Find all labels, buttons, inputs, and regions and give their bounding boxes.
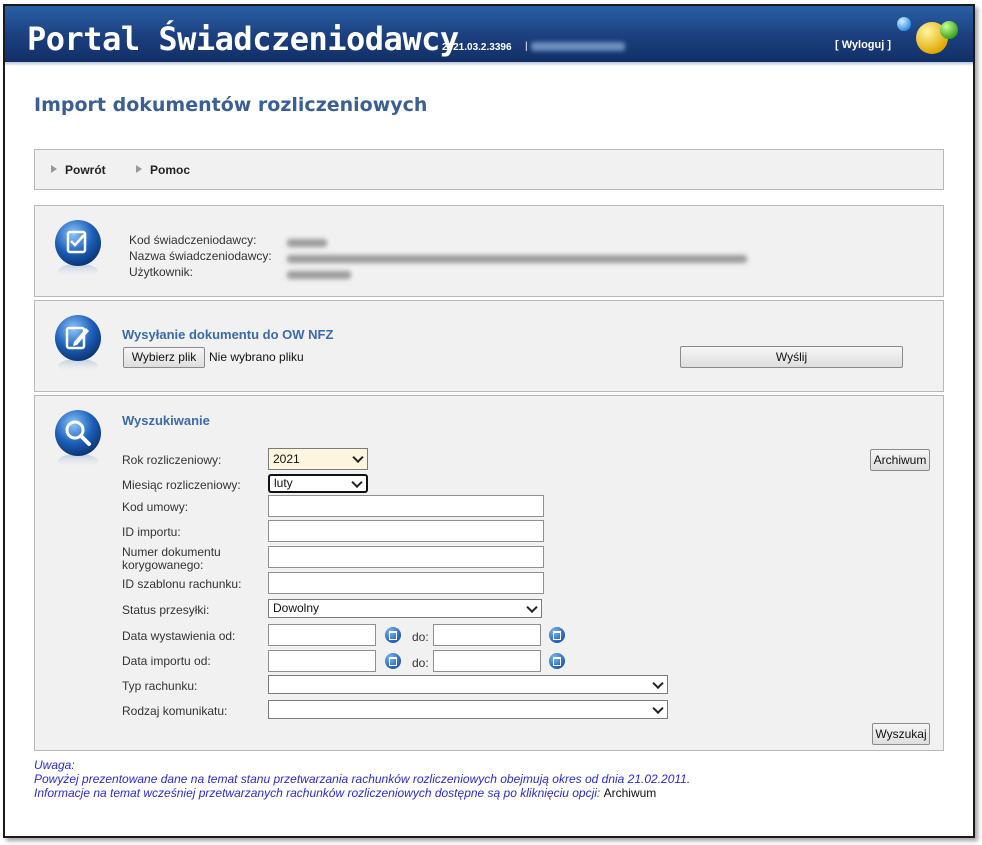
notes-archive-prefix: Informacje na temat wcześniej przetwarza… <box>34 786 601 800</box>
provider-name-value-redacted <box>287 255 747 263</box>
chevron-down-icon <box>526 601 538 613</box>
issue-date-from-input[interactable] <box>268 624 376 646</box>
notes-period-text: Powyżej prezentowane dane na temat stanu… <box>34 772 691 786</box>
month-select[interactable]: luty <box>268 474 368 493</box>
template-id-input[interactable] <box>268 572 544 594</box>
provider-info-labels: Kod świadczeniodawcy: Nazwa świadczeniod… <box>129 232 272 280</box>
status-select-value: Dowolny <box>273 601 320 615</box>
edit-document-icon <box>55 315 101 373</box>
notes-block: Uwaga: Powyżej prezentowane dane na tema… <box>34 758 690 800</box>
help-link[interactable]: Pomoc <box>136 163 190 177</box>
corrected-document-label-line2: korygowanego: <box>122 558 204 572</box>
portal-window: Portal Świadczeniodawcy 2021.03.2.3396 |… <box>3 4 975 838</box>
calendar-icon[interactable] <box>385 653 401 669</box>
provider-code-label: Kod świadczeniodawcy: <box>129 233 257 247</box>
month-label: Miesiąc rozliczeniowy: <box>122 478 241 492</box>
chevron-down-icon <box>352 451 364 464</box>
send-section-title: Wysyłanie dokumentu do OW NFZ <box>122 327 334 342</box>
calendar-icon[interactable] <box>549 627 565 643</box>
arrow-right-icon <box>51 165 57 173</box>
contract-code-label: Kod umowy: <box>122 500 189 514</box>
year-label: Rok rozliczeniowy: <box>122 453 222 467</box>
action-toolbar: Powrót Pomoc <box>34 149 944 190</box>
search-section-title: Wyszukiwanie <box>122 413 210 428</box>
version-label: 2021.03.2.3396 <box>442 42 512 53</box>
chevron-down-icon <box>351 476 363 488</box>
header-shadow <box>5 62 973 66</box>
bill-type-label: Typ rachunku: <box>122 679 198 693</box>
issue-date-to-label: do: <box>412 630 429 644</box>
issue-date-to-input[interactable] <box>433 624 541 646</box>
provider-info-panel: Kod świadczeniodawcy: Nazwa świadczeniod… <box>34 205 944 297</box>
message-type-label: Rodzaj komunikatu: <box>122 704 228 718</box>
corrected-document-input[interactable] <box>268 546 544 568</box>
template-id-label: ID szablonu rachunku: <box>122 577 242 591</box>
archive-link[interactable]: Archiwum <box>604 786 657 800</box>
checklist-icon <box>55 220 101 278</box>
decorative-balls-icon <box>897 17 958 54</box>
message-type-select[interactable] <box>268 700 668 719</box>
provider-code-value-redacted <box>287 239 327 247</box>
archive-button[interactable]: Archiwum <box>870 449 930 471</box>
user-value-redacted <box>287 271 351 279</box>
import-id-label: ID importu: <box>122 525 181 539</box>
provider-name-label: Nazwa świadczeniodawcy: <box>129 249 272 263</box>
portal-title: Portal Świadczeniodawcy <box>27 20 459 58</box>
corrected-document-label: Numer dokumentu korygowanego: <box>122 546 221 572</box>
bill-type-select[interactable] <box>268 675 668 694</box>
send-button[interactable]: Wyślij <box>680 346 903 368</box>
notes-archive-text: Informacje na temat wcześniej przetwarza… <box>34 786 690 800</box>
import-id-input[interactable] <box>268 520 544 542</box>
import-date-from-input[interactable] <box>268 650 376 672</box>
version-separator: | <box>525 41 528 52</box>
back-link-label: Powrót <box>65 163 106 177</box>
calendar-icon[interactable] <box>385 627 401 643</box>
magnifier-icon <box>55 410 101 468</box>
choose-file-button[interactable]: Wybierz plik <box>123 347 205 368</box>
import-date-from-label: Data importu od: <box>122 654 211 668</box>
page-title: Import dokumentów rozliczeniowych <box>34 94 428 116</box>
arrow-right-icon <box>136 165 142 173</box>
no-file-label: Nie wybrano pliku <box>209 350 304 364</box>
user-label: Użytkownik: <box>129 265 194 279</box>
contract-code-input[interactable] <box>268 495 544 517</box>
logout-link[interactable]: [ Wyloguj ] <box>835 39 891 51</box>
search-button[interactable]: Wyszukaj <box>872 723 930 745</box>
issue-date-from-label: Data wystawienia od: <box>122 629 236 643</box>
search-panel: Wyszukiwanie Archiwum Rok rozliczeniowy:… <box>34 395 944 751</box>
status-select[interactable]: Dowolny <box>268 599 542 618</box>
month-select-value: luty <box>274 476 293 490</box>
chevron-down-icon <box>652 677 664 689</box>
calendar-icon[interactable] <box>549 653 565 669</box>
header-bar: Portal Świadczeniodawcy 2021.03.2.3396 |… <box>5 6 973 62</box>
blurred-user-info <box>531 42 625 51</box>
import-date-to-label: do: <box>412 656 429 670</box>
import-date-to-input[interactable] <box>433 650 541 672</box>
notes-heading: Uwaga: <box>34 758 75 772</box>
help-link-label: Pomoc <box>150 163 191 177</box>
send-document-panel: Wysyłanie dokumentu do OW NFZ Wybierz pl… <box>34 300 944 392</box>
chevron-down-icon <box>652 702 664 714</box>
year-select[interactable]: 2021 <box>268 448 368 470</box>
year-select-value: 2021 <box>273 452 300 466</box>
status-label: Status przesyłki: <box>122 603 210 617</box>
back-link[interactable]: Powrót <box>51 163 106 177</box>
